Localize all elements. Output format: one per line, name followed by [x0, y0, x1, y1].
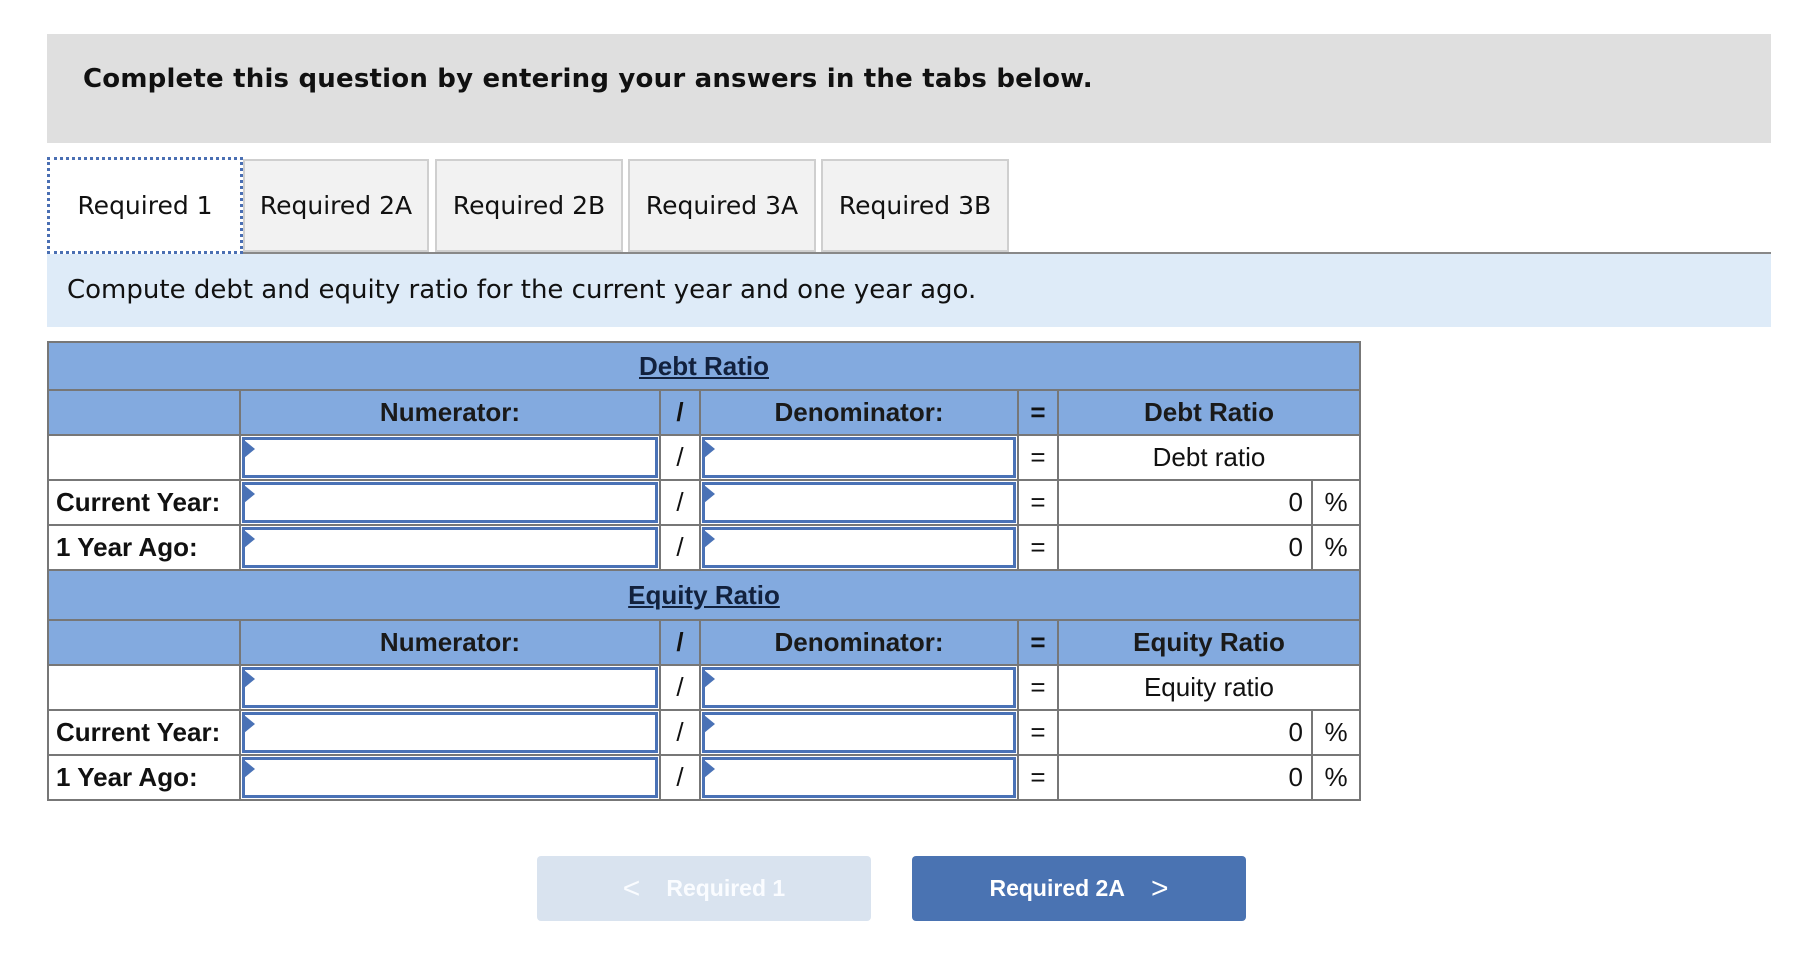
equity-current-denominator-input[interactable] [705, 715, 1017, 752]
divide-header: / [659, 389, 701, 436]
question-header: Complete this question by entering your … [47, 34, 1771, 143]
percent-unit: % [1311, 479, 1361, 526]
divide-sign: / [659, 709, 701, 756]
equity-current-numerator-input[interactable] [245, 715, 659, 752]
debt-ratio-subheader: Debt ratio [1057, 434, 1361, 481]
prev-required-1-button[interactable]: < Required 1 [537, 856, 871, 921]
question-instruction-title: Complete this question by entering your … [83, 64, 1093, 94]
instruction-text: Compute debt and equity ratio for the cu… [67, 275, 977, 305]
equity-prior-denominator-input[interactable] [705, 760, 1017, 797]
equals-header: = [1017, 389, 1059, 436]
percent-unit: % [1311, 524, 1361, 571]
equals-sign: = [1017, 709, 1059, 756]
debt-one-year-ago-row: 1 Year Ago: / = 0 % [47, 524, 1361, 571]
tab-required-3a[interactable]: Required 3A [628, 159, 816, 252]
equals-sign: = [1017, 479, 1059, 526]
equity-denominator-label-cell [699, 664, 1019, 711]
tab-required-2a[interactable]: Required 2A [243, 159, 429, 252]
divide-header: / [659, 619, 701, 666]
row-label-one-year-ago: 1 Year Ago: [47, 524, 241, 571]
debt-prior-numerator-cell [239, 524, 661, 571]
chevron-left-icon: < [622, 871, 641, 905]
debt-prior-result: 0 [1057, 524, 1313, 571]
divide-sign: / [659, 434, 701, 481]
debt-current-numerator-cell [239, 479, 661, 526]
percent-unit: % [1311, 754, 1361, 801]
row-label [47, 434, 241, 481]
row-label-current-year: Current Year: [47, 479, 241, 526]
divide-sign: / [659, 479, 701, 526]
equity-prior-denominator-cell [699, 754, 1019, 801]
equity-ratio-result-header: Equity Ratio [1057, 619, 1361, 666]
debt-current-year-row: Current Year: / = 0 % [47, 479, 1361, 526]
numerator-header: Numerator: [239, 389, 661, 436]
equity-current-year-row: Current Year: / = 0 % [47, 709, 1361, 756]
denominator-header: Denominator: [699, 619, 1019, 666]
divide-sign: / [659, 664, 701, 711]
prev-button-label: Required 1 [666, 875, 786, 901]
row-label-one-year-ago: 1 Year Ago: [47, 754, 241, 801]
divide-sign: / [659, 524, 701, 571]
debt-prior-denominator-cell [699, 524, 1019, 571]
debt-numerator-label-input[interactable] [245, 440, 659, 477]
debt-label-row: / = Debt ratio [47, 434, 1361, 481]
row-label [47, 664, 241, 711]
next-required-2a-button[interactable]: Required 2A > [912, 856, 1246, 921]
equity-prior-numerator-input[interactable] [245, 760, 659, 797]
debt-current-denominator-input[interactable] [705, 485, 1017, 522]
equals-sign: = [1017, 524, 1059, 571]
equity-numerator-label-cell [239, 664, 661, 711]
debt-ratio-result-header: Debt Ratio [1057, 389, 1361, 436]
equity-ratio-title: Equity Ratio [47, 569, 1361, 621]
percent-unit: % [1311, 709, 1361, 756]
debt-denominator-label-input[interactable] [705, 440, 1017, 477]
tab-required-2b[interactable]: Required 2B [435, 159, 623, 252]
debt-numerator-label-cell [239, 434, 661, 481]
debt-denominator-label-cell [699, 434, 1019, 481]
equity-denominator-label-input[interactable] [705, 670, 1017, 707]
tab-required-3b[interactable]: Required 3B [821, 159, 1009, 252]
equity-title-row: Equity Ratio [47, 569, 1361, 621]
divide-sign: / [659, 754, 701, 801]
equity-prior-result: 0 [1057, 754, 1313, 801]
debt-prior-denominator-input[interactable] [705, 530, 1017, 567]
equity-numerator-label-input[interactable] [245, 670, 659, 707]
equals-header: = [1017, 619, 1059, 666]
debt-current-denominator-cell [699, 479, 1019, 526]
equals-sign: = [1017, 664, 1059, 711]
header-blank [47, 619, 241, 666]
tab-required-1[interactable]: Required 1 [47, 157, 243, 254]
debt-current-numerator-input[interactable] [245, 485, 659, 522]
denominator-header: Denominator: [699, 389, 1019, 436]
debt-current-result: 0 [1057, 479, 1313, 526]
tab-strip: Required 1 Required 2A Required 2B Requi… [47, 157, 1771, 254]
equity-label-row: / = Equity ratio [47, 664, 1361, 711]
debt-prior-numerator-input[interactable] [245, 530, 659, 567]
equity-prior-numerator-cell [239, 754, 661, 801]
equals-sign: = [1017, 434, 1059, 481]
debt-ratio-title: Debt Ratio [47, 341, 1361, 391]
next-button-label: Required 2A [989, 875, 1125, 901]
equity-current-numerator-cell [239, 709, 661, 756]
chevron-right-icon: > [1150, 871, 1169, 905]
equity-current-result: 0 [1057, 709, 1313, 756]
equity-header-row: Numerator: / Denominator: = Equity Ratio [47, 619, 1361, 666]
equity-ratio-subheader: Equity ratio [1057, 664, 1361, 711]
ratio-table: Debt Ratio Numerator: / Denominator: = D… [47, 341, 1361, 801]
debt-title-row: Debt Ratio [47, 341, 1361, 391]
instruction-bar: Compute debt and equity ratio for the cu… [47, 254, 1771, 327]
debt-header-row: Numerator: / Denominator: = Debt Ratio [47, 389, 1361, 436]
header-blank [47, 389, 241, 436]
equity-current-denominator-cell [699, 709, 1019, 756]
equity-one-year-ago-row: 1 Year Ago: / = 0 % [47, 754, 1361, 801]
numerator-header: Numerator: [239, 619, 661, 666]
row-label-current-year: Current Year: [47, 709, 241, 756]
equals-sign: = [1017, 754, 1059, 801]
